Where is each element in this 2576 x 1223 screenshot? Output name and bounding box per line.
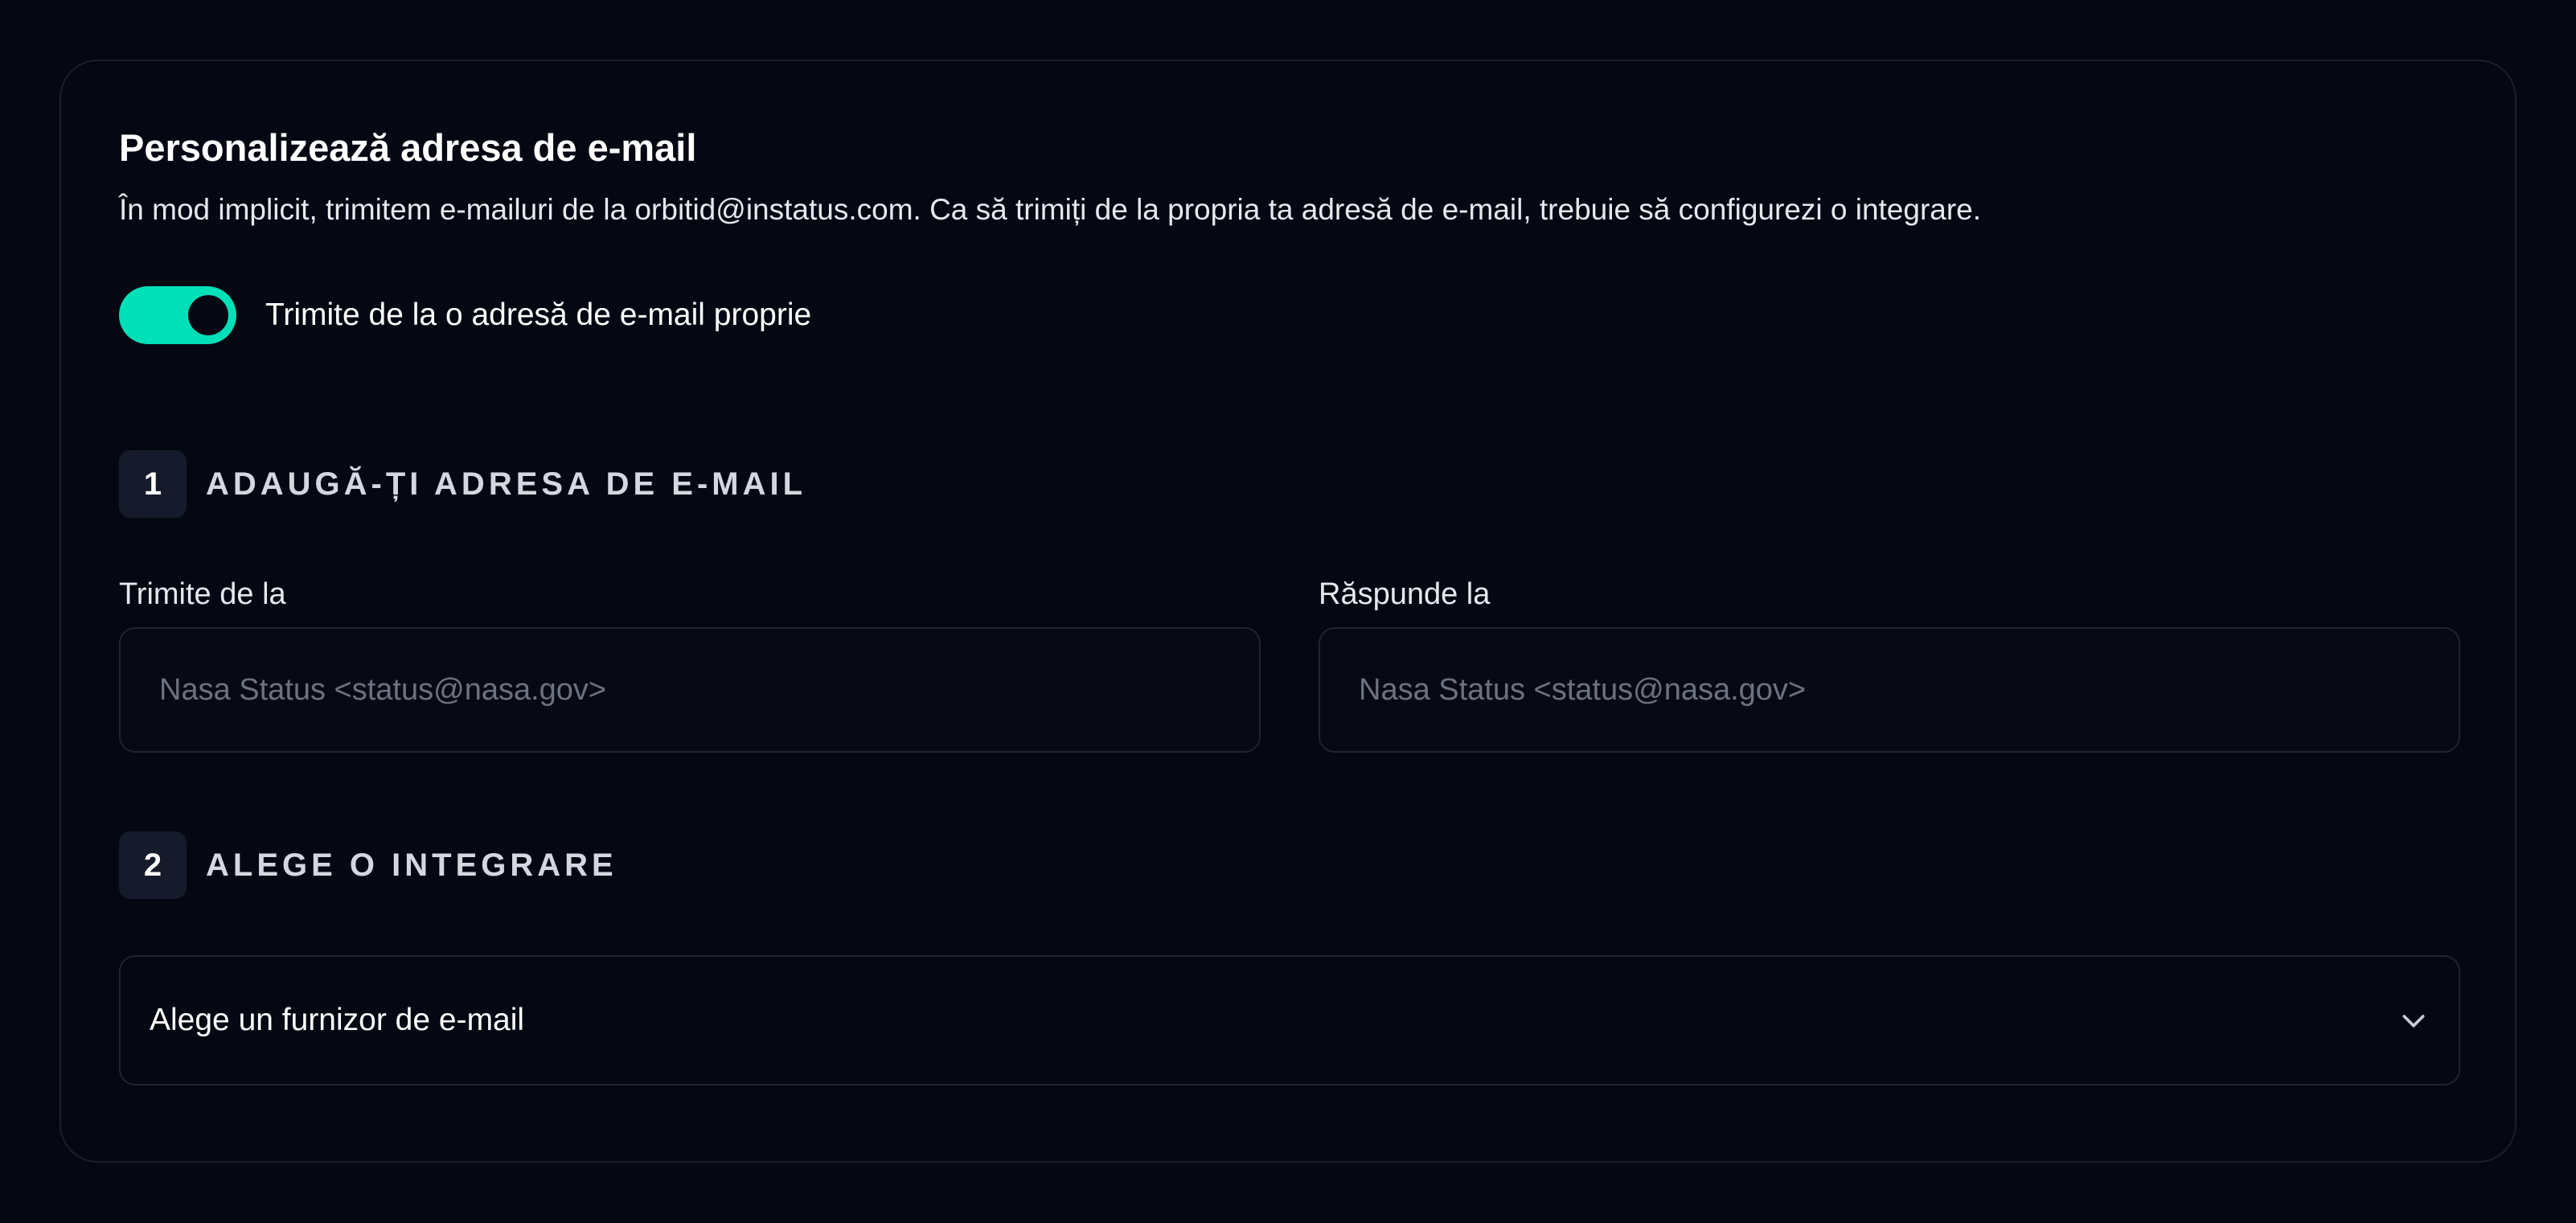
step-1-number: 1 [119, 450, 187, 518]
from-label: Trimite de la [119, 577, 286, 611]
reply-to-label: Răspunde la [1319, 577, 1491, 611]
email-provider-select-value: Alege un furnizor de e-mail [150, 1003, 525, 1037]
step-1-header: 1 ADAUGĂ-ȚI ADRESA DE E-MAIL [119, 450, 806, 518]
email-provider-select[interactable]: Alege un furnizor de e-mail [119, 955, 2460, 1086]
step-2-header: 2 ALEGE O INTEGRARE [119, 831, 617, 899]
from-input[interactable] [119, 627, 1261, 753]
reply-to-input[interactable] [1319, 627, 2460, 753]
chevron-down-icon [2402, 1015, 2425, 1028]
step-2-title: ALEGE O INTEGRARE [206, 847, 617, 883]
toggle-label: Trimite de la o adresă de e-mail proprie [265, 298, 812, 332]
step-2-number: 2 [119, 831, 187, 899]
section-description: În mod implicit, trimitem e-mailuri de l… [119, 193, 1982, 226]
step-1-title: ADAUGĂ-ȚI ADRESA DE E-MAIL [206, 466, 807, 502]
toggle-knob [188, 295, 228, 335]
custom-email-toggle[interactable] [119, 286, 236, 344]
custom-email-toggle-row: Trimite de la o adresă de e-mail proprie [119, 286, 811, 344]
custom-email-card: Personalizează adresa de e-mail În mod i… [59, 60, 2517, 1163]
section-title: Personalizează adresa de e-mail [119, 126, 697, 169]
